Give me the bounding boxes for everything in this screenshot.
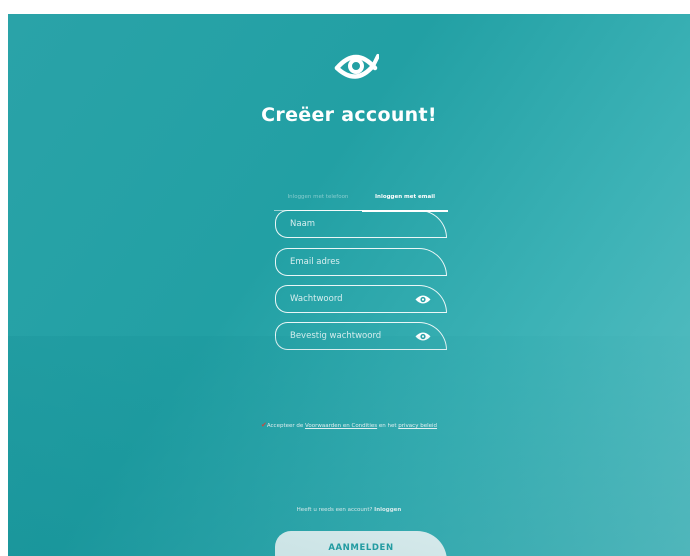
login-method-tabs: Inloggen met telefoon Inloggen met email bbox=[274, 191, 448, 212]
confirm-password-field[interactable] bbox=[275, 322, 447, 350]
login-link[interactable]: Inloggen bbox=[374, 507, 401, 513]
terms-middle: en het bbox=[377, 423, 399, 429]
name-field[interactable] bbox=[275, 210, 447, 238]
tab-email-login[interactable]: Inloggen met email bbox=[362, 191, 448, 212]
show-confirm-password-eye-icon[interactable] bbox=[415, 331, 431, 342]
register-button[interactable]: AANMELDEN bbox=[275, 531, 447, 556]
terms-conditions-link[interactable]: Voorwaarden en Condities bbox=[305, 423, 377, 429]
signup-panel: Creëer account! Inloggen met telefoon In… bbox=[8, 14, 690, 556]
terms-prefix: Accepteer de bbox=[266, 423, 306, 429]
existing-account-question: Heeft u reeds een account? bbox=[296, 507, 375, 513]
tab-phone-login[interactable]: Inloggen met telefoon bbox=[274, 191, 362, 211]
terms-consent: ✔Accepteer de Voorwaarden en Condities e… bbox=[8, 421, 690, 429]
email-field[interactable] bbox=[275, 248, 447, 276]
eye-logo-icon bbox=[334, 54, 379, 79]
page-title: Creëer account! bbox=[261, 104, 437, 126]
privacy-policy-link[interactable]: privacy beleid bbox=[398, 423, 437, 429]
show-password-eye-icon[interactable] bbox=[415, 294, 431, 305]
existing-account-prompt: Heeft u reeds een account? Inloggen bbox=[8, 507, 690, 513]
name-input[interactable] bbox=[276, 211, 446, 237]
password-field[interactable] bbox=[275, 285, 447, 313]
email-input[interactable] bbox=[276, 249, 446, 275]
